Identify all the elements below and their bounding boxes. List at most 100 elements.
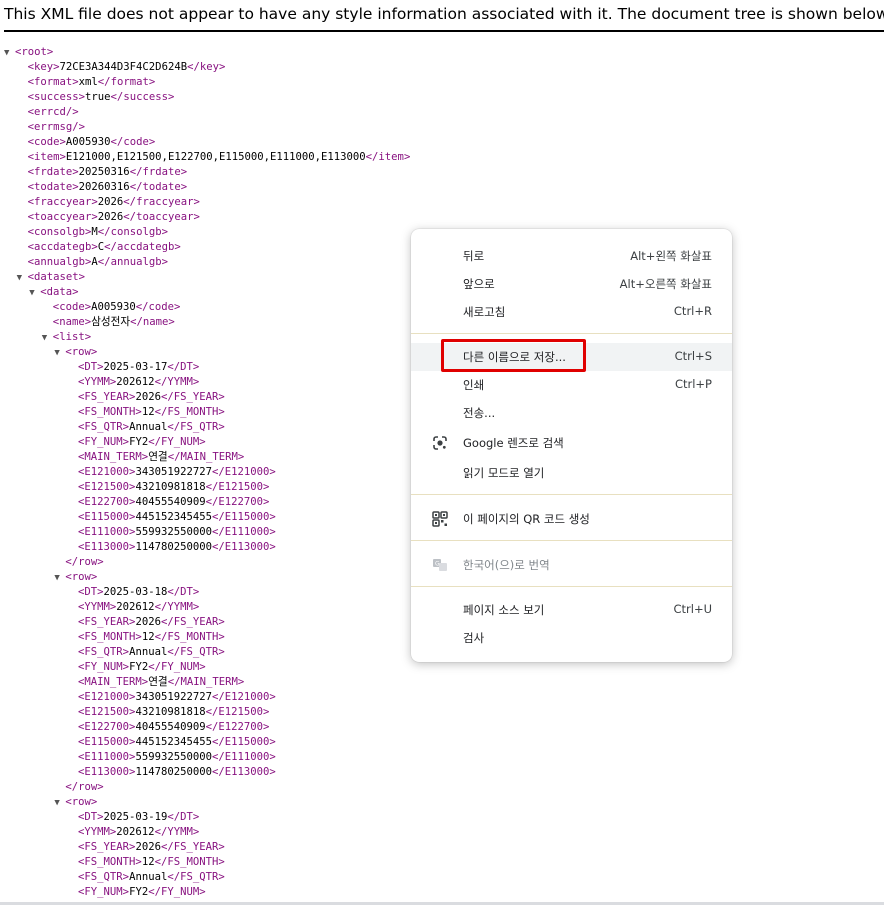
qr-code-icon	[432, 511, 448, 527]
tag-bracket: >	[269, 466, 276, 478]
tree-collapsible-line[interactable]: ▼ <row>	[4, 795, 410, 810]
tag-bracket: >	[263, 721, 270, 733]
menu-item-google-lens[interactable]: Google 렌즈로 검색	[411, 429, 732, 457]
xml-tag-name: YYMM	[167, 376, 193, 388]
tag-bracket: </	[110, 136, 124, 148]
xml-text-value: FY2	[129, 886, 149, 898]
tree-line: <E121500>43210981818</E121500>	[4, 705, 410, 720]
xml-text-value: 202612	[116, 601, 155, 613]
xml-tag-name: toaccyear	[33, 211, 92, 223]
xml-tag-name: key	[199, 61, 219, 73]
xml-tag-name: E115000	[224, 736, 270, 748]
menu-item-print[interactable]: 인쇄 Ctrl+P	[411, 371, 732, 399]
collapse-triangle-icon[interactable]: ▼	[54, 346, 65, 361]
collapse-triangle-icon[interactable]: ▼	[54, 571, 65, 586]
menu-separator	[411, 540, 732, 541]
tag-bracket: >	[218, 631, 225, 643]
xml-text-value: A005930	[65, 136, 111, 148]
menu-item-label: 페이지 소스 보기	[463, 603, 545, 617]
menu-item-save-as[interactable]: 다른 이름으로 저장... Ctrl+S	[411, 343, 732, 371]
tag-bracket: >	[218, 646, 225, 658]
tag-bracket: </	[110, 91, 124, 103]
menu-item-forward[interactable]: 앞으로 Alt+오른쪽 화살표	[411, 270, 732, 298]
tree-line: <YYMM>202612</YYMM>	[4, 600, 410, 615]
tree-collapsible-line[interactable]: ▼ <row>	[4, 570, 410, 585]
tag-bracket: >	[97, 556, 104, 568]
xml-tag-name: FS_YEAR	[84, 391, 130, 403]
tree-line: <YYMM>202612</YYMM>	[4, 825, 410, 840]
tree-collapsible-line[interactable]: ▼ <dataset>	[4, 270, 410, 285]
google-lens-icon	[432, 435, 448, 451]
collapse-triangle-icon[interactable]: ▼	[17, 271, 28, 286]
tag-bracket: </	[123, 211, 137, 223]
tree-line: <name>삼성전자</name>	[4, 315, 410, 330]
menu-item-translate[interactable]: G 한국어(으)로 번역	[411, 551, 732, 579]
tree-collapsible-line[interactable]: ▼ <root>	[4, 45, 410, 60]
tag-bracket: </	[160, 616, 174, 628]
tag-bracket: >	[263, 481, 270, 493]
xml-text-value: 445152345455	[135, 736, 212, 748]
tag-bracket: >	[192, 586, 200, 598]
xml-text-value: Annual	[129, 421, 168, 433]
xml-tag-name: E121500	[84, 706, 130, 718]
xml-tag-name: errcd/	[33, 106, 73, 118]
menu-item-qr-code[interactable]: 이 페이지의 QR 코드 생성	[411, 505, 732, 533]
tag-bracket: >	[180, 166, 188, 178]
tag-bracket: >	[269, 691, 276, 703]
xml-tag-name: E115000	[224, 511, 270, 523]
collapse-triangle-icon[interactable]: ▼	[54, 796, 65, 811]
xml-text-value: 연결	[148, 676, 168, 688]
tag-bracket: </	[167, 646, 181, 658]
xml-tag-name: FS_QTR	[180, 421, 219, 433]
xml-text-value: 559932550000	[135, 526, 212, 538]
tag-bracket: </	[187, 61, 200, 73]
collapse-triangle-icon[interactable]: ▼	[29, 286, 40, 301]
xml-tag-name: DT	[180, 361, 193, 373]
xml-tag-name: E122700	[84, 496, 130, 508]
tag-bracket: >	[192, 601, 200, 613]
menu-item-inspect[interactable]: 검사	[411, 624, 732, 652]
tag-bracket: </	[167, 421, 181, 433]
collapse-triangle-icon[interactable]: ▼	[4, 46, 15, 61]
xml-text-value: xml	[78, 76, 98, 88]
tag-bracket: >	[72, 106, 79, 118]
tag-bracket: </	[205, 721, 219, 733]
tag-bracket: >	[90, 796, 98, 808]
menu-item-view-source[interactable]: 페이지 소스 보기 Ctrl+U	[411, 596, 732, 624]
tree-collapsible-line[interactable]: ▼ <row>	[4, 345, 410, 360]
tag-bracket: </	[167, 361, 181, 373]
tree-line: <accdategb>C</accdategb>	[4, 240, 410, 255]
collapse-triangle-icon[interactable]: ▼	[42, 331, 53, 346]
menu-item-reading-mode[interactable]: 읽기 모드로 열기	[411, 459, 732, 487]
tag-bracket: >	[218, 616, 225, 628]
tag-bracket: </	[65, 781, 79, 793]
tree-collapsible-line[interactable]: ▼ <list>	[4, 330, 410, 345]
tree-line: <DT>2025-03-19</DT>	[4, 810, 410, 825]
tree-line: <errcd/>	[4, 105, 410, 120]
tag-bracket: </	[160, 841, 174, 853]
menu-item-back[interactable]: 뒤로 Alt+왼쪽 화살표	[411, 242, 732, 270]
tag-bracket: </	[135, 301, 149, 313]
tag-bracket: </	[167, 676, 181, 688]
tag-bracket: </	[65, 556, 79, 568]
xml-tag-name: data	[46, 286, 73, 298]
tree-collapsible-line[interactable]: ▼ <data>	[4, 285, 410, 300]
xml-tag-name: YYMM	[84, 601, 110, 613]
tag-bracket: >	[192, 811, 200, 823]
menu-item-label: 뒤로	[463, 249, 485, 263]
tag-bracket: </	[211, 466, 225, 478]
xml-text-value: 20260316	[78, 181, 130, 193]
tag-bracket: >	[97, 781, 104, 793]
tree-line: <FY_NUM>FY2</FY_NUM>	[4, 885, 410, 900]
tag-bracket: </	[154, 826, 168, 838]
xml-text-value: 43210981818	[135, 481, 206, 493]
xml-tag-name: FS_QTR	[84, 421, 123, 433]
menu-item-reload[interactable]: 새로고침 Ctrl+R	[411, 298, 732, 326]
tree-line: <consolgb>M</consolgb>	[4, 225, 410, 240]
menu-item-send[interactable]: 전송...	[411, 399, 732, 427]
tag-bracket: >	[269, 751, 276, 763]
tag-bracket: >	[269, 526, 276, 538]
tree-line: <todate>20260316</todate>	[4, 180, 410, 195]
xml-tag-name: root	[21, 46, 47, 58]
tag-bracket: </	[97, 226, 111, 238]
